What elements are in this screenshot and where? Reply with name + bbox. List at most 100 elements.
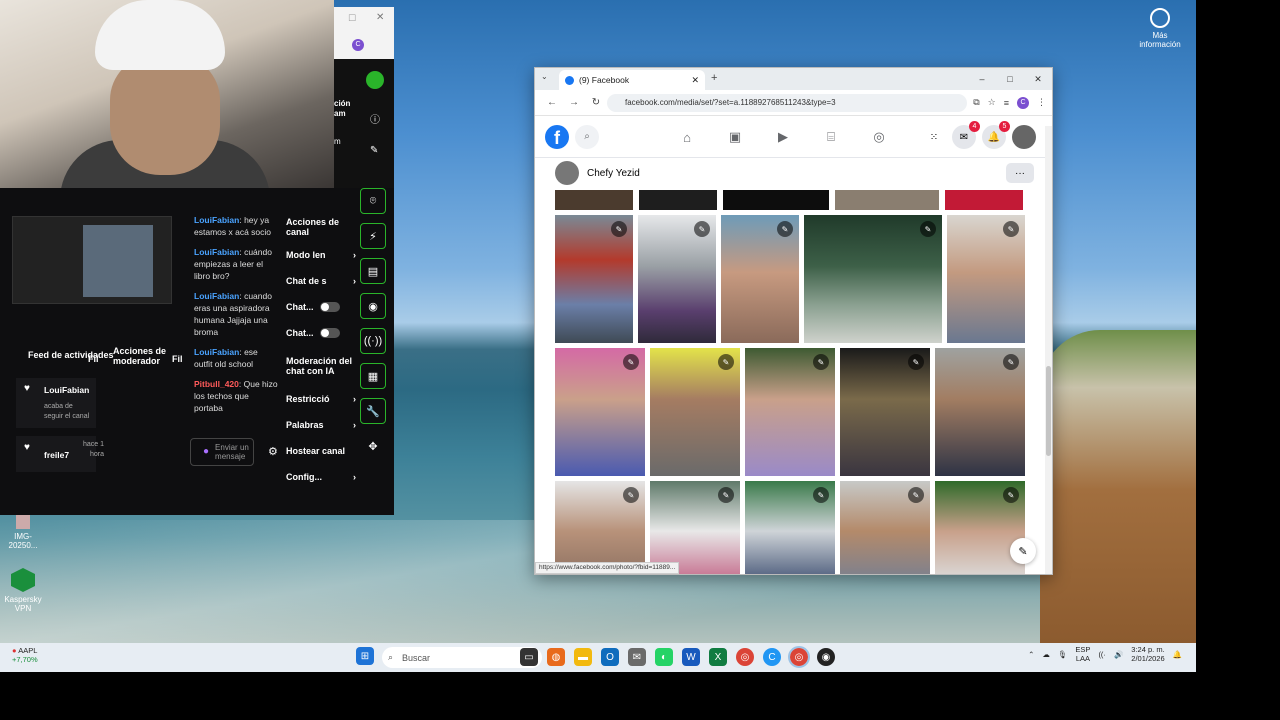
edit-pencil-icon[interactable]: ✎	[777, 221, 793, 237]
photo-thumbnail[interactable]: ✎	[555, 215, 633, 343]
photo-thumbnail[interactable]	[555, 190, 633, 210]
toggle-switch[interactable]	[319, 302, 340, 312]
edit-pencil-icon[interactable]: ✎	[718, 354, 734, 370]
mic-icon[interactable]: ●	[203, 446, 209, 458]
gaming-icon[interactable]: ◎	[867, 129, 891, 145]
edit-pencil-icon[interactable]: ✎	[1003, 221, 1019, 237]
photo-thumbnail[interactable]: ✎	[935, 481, 1025, 574]
chat-input[interactable]: ● Enviar un mensaje	[190, 438, 254, 466]
back-icon[interactable]: ←	[541, 97, 563, 108]
maximize-button[interactable]: □	[996, 68, 1024, 90]
search-icon[interactable]: ⌕	[575, 124, 599, 149]
clock[interactable]: 3:24 p. m. 2/01/2026	[1131, 645, 1164, 663]
marketplace-icon[interactable]: ⌸	[819, 129, 843, 145]
edit-pencil-icon[interactable]: ✎	[718, 487, 734, 503]
wrench-icon[interactable]: 🔧	[360, 398, 386, 424]
excel-icon[interactable]: X	[709, 648, 727, 666]
menu-restrictions[interactable]: Restricció ›	[286, 386, 356, 412]
facebook-logo-icon[interactable]: f	[545, 124, 569, 149]
video-icon[interactable]: ▶	[771, 129, 795, 145]
edit-pencil-icon[interactable]: ✎	[813, 354, 829, 370]
settings-icon[interactable]: ✥	[360, 433, 386, 459]
tab-filter[interactable]: Fil	[88, 354, 99, 364]
scrollbar-thumb[interactable]	[1046, 366, 1051, 456]
toggle-switch[interactable]	[319, 328, 340, 338]
taskbar-search[interactable]: ⌕ Buscar	[382, 647, 542, 668]
photo-thumbnail[interactable]: ✎	[555, 481, 645, 574]
settings-icon[interactable]: ⚙	[268, 446, 278, 458]
volume-icon[interactable]: 🔊	[1114, 650, 1123, 659]
chrome-active-icon[interactable]: ◎	[788, 646, 810, 668]
tab-facebook[interactable]: (9) Facebook ✕	[559, 70, 705, 90]
chrome-icon[interactable]: ◎	[736, 648, 754, 666]
home-icon[interactable]: ⌂	[675, 130, 699, 145]
close-button[interactable]: ✕	[1024, 68, 1052, 90]
menu-words[interactable]: Palabras ›	[286, 412, 356, 438]
profile-avatar[interactable]: C	[1017, 96, 1029, 109]
info-icon[interactable]: ⓘ	[370, 111, 380, 126]
menu-grid-icon[interactable]: ⁙	[922, 125, 946, 149]
page-scrollbar[interactable]	[1045, 126, 1052, 574]
chevron-up-icon[interactable]: ⌃	[1028, 650, 1034, 659]
word-icon[interactable]: W	[682, 648, 700, 666]
photo-thumbnail[interactable]: ✎	[555, 348, 645, 476]
photo-thumbnail[interactable]	[723, 190, 829, 210]
menu-host-channel[interactable]: Hostear canal	[286, 438, 356, 464]
pages-icon[interactable]: ▣	[723, 129, 747, 145]
photo-thumbnail[interactable]	[835, 190, 939, 210]
forward-icon[interactable]: →	[563, 97, 585, 108]
menu-chat-toggle-1[interactable]: Chat...	[286, 294, 356, 320]
minimize-button[interactable]: –	[968, 68, 996, 90]
install-icon[interactable]: ⧉	[973, 97, 979, 108]
more-options-button[interactable]: ···	[1006, 163, 1034, 183]
language-indicator[interactable]: ESP LAA	[1075, 645, 1090, 663]
file-explorer-icon[interactable]: ▬	[574, 648, 592, 666]
edit-pencil-icon[interactable]: ✎	[623, 487, 639, 503]
edit-pencil-icon[interactable]: ✎	[694, 221, 710, 237]
photo-thumbnail[interactable]: ✎	[840, 481, 930, 574]
url-field[interactable]: facebook.com/media/set/?set=a.1188927685…	[607, 93, 968, 112]
photo-thumbnail[interactable]: ✎	[745, 348, 835, 476]
tab-filter-2[interactable]: Fil	[172, 354, 183, 364]
mail-icon[interactable]: ✉	[628, 648, 646, 666]
desktop-icon-info[interactable]: Más información	[1138, 8, 1182, 49]
notifications-icon[interactable]: 🔔 5	[982, 121, 1010, 149]
windows-start-icon[interactable]: ⊞	[356, 647, 374, 665]
desktop-icon-image[interactable]: IMG-20250...	[0, 515, 46, 550]
edit-pencil-icon[interactable]: ✎	[611, 221, 627, 237]
minimize-icon[interactable]: ☐	[348, 13, 356, 24]
photo-thumbnail[interactable]: ✎	[650, 481, 740, 574]
messenger-icon[interactable]: ✉ 4	[952, 121, 980, 149]
lightning-icon[interactable]: ⚡	[360, 223, 386, 249]
outlook-icon[interactable]: O	[601, 648, 619, 666]
reload-icon[interactable]: ↻	[585, 97, 607, 108]
menu-chat-toggle-2[interactable]: Chat...	[286, 320, 356, 346]
photo-thumbnail[interactable]: ✎	[947, 215, 1025, 343]
menu-dots-icon[interactable]: ⋮	[1037, 97, 1046, 108]
edit-pencil-icon[interactable]: ✎	[908, 487, 924, 503]
status-avatar[interactable]	[366, 71, 384, 89]
chat-icon[interactable]: ◉	[360, 293, 386, 319]
edit-pencil-icon[interactable]: ✎	[920, 221, 936, 237]
profile-picture[interactable]	[555, 161, 579, 185]
notification-bell-icon[interactable]: 🔔	[1173, 650, 1182, 659]
photo-thumbnail[interactable]: ✎	[804, 215, 942, 343]
broadcast-icon[interactable]: ((·))	[360, 328, 386, 354]
menu-config[interactable]: Config... ›	[286, 464, 356, 490]
menu-channel-actions[interactable]: Acciones de canal	[286, 212, 356, 242]
account-avatar[interactable]	[1012, 125, 1036, 149]
profile-avatar[interactable]: C	[352, 39, 364, 51]
photo-thumbnail[interactable]: ✎	[935, 348, 1025, 476]
bookmark-star-icon[interactable]: ☆	[988, 97, 996, 108]
tab-moderator-actions[interactable]: Acciones de moderador	[113, 346, 173, 366]
tab-list-icon[interactable]: ⌄	[541, 72, 548, 81]
capture-icon[interactable]: ⌾	[360, 188, 386, 214]
photo-thumbnail[interactable]: ✎	[840, 348, 930, 476]
menu-chat-s[interactable]: Chat de s ›	[286, 268, 356, 294]
obs-icon[interactable]: ◉	[817, 648, 835, 666]
close-icon[interactable]: ✕	[376, 12, 384, 23]
task-view-icon[interactable]: ▭	[520, 648, 538, 666]
close-tab-icon[interactable]: ✕	[691, 75, 699, 86]
wifi-icon[interactable]: ((·	[1098, 650, 1106, 659]
layers-icon[interactable]: ▦	[360, 363, 386, 389]
